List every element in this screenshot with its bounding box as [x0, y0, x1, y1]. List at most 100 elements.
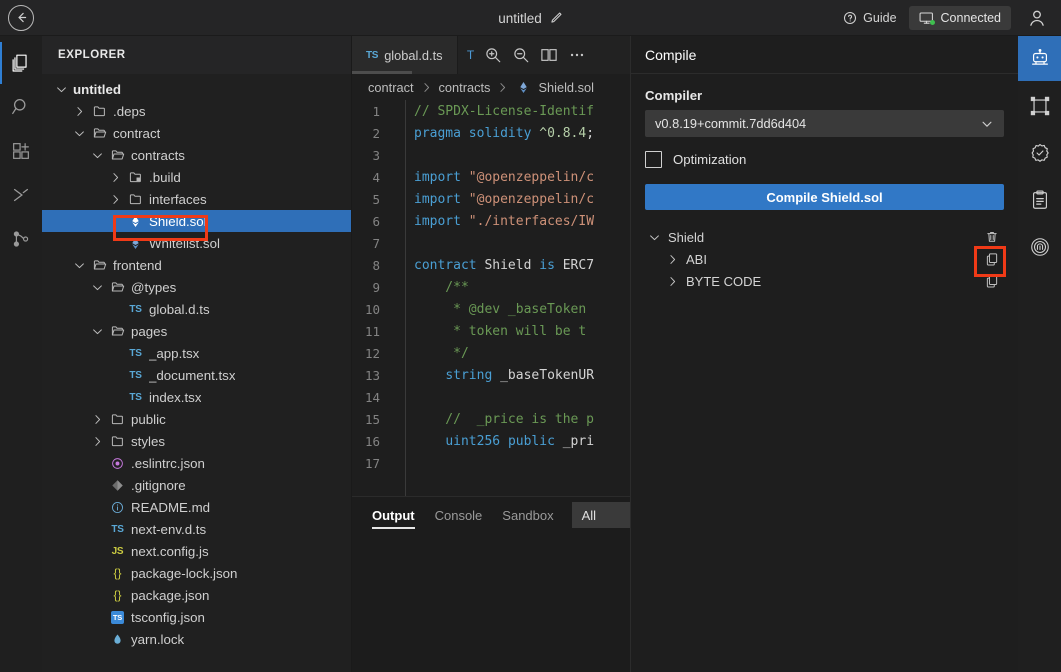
- tab-scrollbar[interactable]: [352, 71, 412, 74]
- file-tree-item[interactable]: TS next-env.d.ts: [42, 518, 351, 540]
- sidebar-item-source-control[interactable]: [0, 218, 42, 260]
- scissors-icon: [10, 184, 32, 206]
- compile-result-row[interactable]: BYTE CODE: [645, 270, 1004, 292]
- file-tree-item[interactable]: yarn.lock: [42, 628, 351, 650]
- font-size-indicator[interactable]: T: [464, 48, 478, 62]
- sidebar-item-plugins[interactable]: [0, 174, 42, 216]
- code-line-text[interactable]: // _price is the p: [396, 412, 594, 427]
- zoom-out-button[interactable]: [508, 36, 534, 74]
- panel-tab-sandbox[interactable]: Sandbox: [492, 497, 563, 533]
- file-tree-item[interactable]: {} package-lock.json: [42, 562, 351, 584]
- sidebar-item-deploy-run[interactable]: [1018, 177, 1061, 222]
- optimization-checkbox-row[interactable]: Optimization: [645, 151, 1004, 168]
- chevron-down-icon[interactable]: [90, 325, 104, 338]
- sidebar-item-debugger[interactable]: [1018, 224, 1061, 269]
- code-line-text[interactable]: import "@openzeppelin/c: [396, 170, 594, 185]
- breadcrumb-item[interactable]: Shield.sol: [515, 80, 594, 95]
- file-tree-item[interactable]: interfaces: [42, 188, 351, 210]
- file-tree-item[interactable]: .gitignore: [42, 474, 351, 496]
- chevron-down-icon[interactable]: [647, 231, 661, 244]
- chevron-right-icon[interactable]: [665, 253, 679, 266]
- chevron-down-icon[interactable]: [72, 127, 86, 140]
- chevron-down-icon[interactable]: [90, 149, 104, 162]
- sidebar-item-solidity-compiler[interactable]: [1018, 83, 1061, 128]
- file-tree-item[interactable]: public: [42, 408, 351, 430]
- compile-result-row[interactable]: ABI: [645, 248, 1004, 270]
- file-tree-item[interactable]: untitled: [42, 78, 351, 100]
- file-tree-item[interactable]: TS _document.tsx: [42, 364, 351, 386]
- file-tree-item[interactable]: TS _app.tsx: [42, 342, 351, 364]
- copy-icon[interactable]: [982, 271, 1002, 291]
- chevron-right-icon[interactable]: [665, 275, 679, 288]
- file-tree-item[interactable]: styles: [42, 430, 351, 452]
- sidebar-item-search[interactable]: [0, 86, 42, 128]
- breadcrumb-item[interactable]: contracts: [439, 80, 491, 95]
- copy-icon[interactable]: [982, 249, 1002, 269]
- chevron-right-icon[interactable]: [72, 105, 86, 118]
- file-tree-item[interactable]: TS global.d.ts: [42, 298, 351, 320]
- more-actions-button[interactable]: [564, 36, 590, 74]
- chevron-right-icon[interactable]: [108, 171, 122, 184]
- file-tree-item[interactable]: frontend: [42, 254, 351, 276]
- chevron-right-icon[interactable]: [90, 435, 104, 448]
- file-tree-item[interactable]: @types: [42, 276, 351, 298]
- sidebar-item-ai-assistant[interactable]: [1018, 36, 1061, 81]
- panel-tab-bar[interactable]: Output Console Sandbox All: [352, 497, 668, 533]
- code-line-text[interactable]: * @dev _baseToken: [396, 302, 586, 317]
- sidebar-item-contract-verification[interactable]: [1018, 130, 1061, 175]
- code-line-text[interactable]: import "./interfaces/IW: [396, 214, 594, 229]
- panel-tab-output[interactable]: Output: [362, 497, 425, 533]
- account-button[interactable]: [1017, 0, 1057, 36]
- back-button[interactable]: [8, 4, 34, 31]
- code-line-text[interactable]: contract Shield is ERC7: [396, 258, 594, 273]
- file-tree-item[interactable]: {} package.json: [42, 584, 351, 606]
- sidebar-item-plugin-manager[interactable]: [0, 130, 42, 172]
- file-tree-item[interactable]: Whitelist.sol: [42, 232, 351, 254]
- editor-tab-global-d-ts[interactable]: TS global.d.ts: [352, 36, 458, 74]
- delete-icon[interactable]: [982, 227, 1002, 247]
- code-token: ;: [586, 125, 595, 141]
- file-tree-item-label: package-lock.json: [131, 565, 238, 581]
- sidebar-item-explorer[interactable]: [0, 42, 42, 84]
- guide-button[interactable]: Guide: [837, 7, 902, 29]
- chevron-down-icon[interactable]: [72, 259, 86, 272]
- file-tree-item[interactable]: .eslintrc.json: [42, 452, 351, 474]
- file-tree-item[interactable]: contracts: [42, 144, 351, 166]
- file-tree[interactable]: untitled .deps contract contracts .build inte…: [42, 74, 351, 672]
- file-tree-item[interactable]: .build: [42, 166, 351, 188]
- code-line-text[interactable]: pragma solidity ^0.8.4;: [396, 126, 594, 141]
- code-line-text[interactable]: string _baseTokenUR: [396, 368, 594, 383]
- split-editor-button[interactable]: [536, 36, 562, 74]
- compile-button[interactable]: Compile Shield.sol: [645, 184, 1004, 210]
- chevron-down-icon[interactable]: [90, 281, 104, 294]
- file-tree-item[interactable]: TS index.tsx: [42, 386, 351, 408]
- code-line-text[interactable]: * token will be t: [396, 324, 586, 339]
- compile-result-row[interactable]: Shield: [645, 226, 1004, 248]
- code-editor[interactable]: 1 // SPDX-License-Identif 2 pragma solidity…: [352, 100, 630, 496]
- connection-status-button[interactable]: Connected: [908, 5, 1011, 30]
- file-tree-item[interactable]: contract: [42, 122, 351, 144]
- compiler-version-select[interactable]: v0.8.19+commit.7dd6d404: [645, 110, 1004, 137]
- zoom-in-button[interactable]: [480, 36, 506, 74]
- file-tree-item[interactable]: JS next.config.js: [42, 540, 351, 562]
- chevron-right-icon[interactable]: [90, 413, 104, 426]
- file-tree-item[interactable]: README.md: [42, 496, 351, 518]
- code-line-text[interactable]: import "@openzeppelin/c: [396, 192, 594, 207]
- optimization-checkbox[interactable]: [645, 151, 662, 168]
- panel-tab-console[interactable]: Console: [425, 497, 493, 533]
- pencil-icon[interactable]: [549, 11, 563, 25]
- code-line-text[interactable]: uint256 public _pri: [396, 434, 594, 449]
- chevron-right-icon[interactable]: [108, 193, 122, 206]
- chevron-down-icon[interactable]: [54, 83, 68, 96]
- file-tree-item-label: public: [131, 411, 166, 427]
- breadcrumb-item[interactable]: contract: [368, 80, 414, 95]
- file-tree-item[interactable]: TS tsconfig.json: [42, 606, 351, 628]
- code-line-text[interactable]: /**: [396, 280, 469, 295]
- code-line-text[interactable]: */: [396, 346, 469, 361]
- file-tree-item[interactable]: .deps: [42, 100, 351, 122]
- file-tree-item[interactable]: pages: [42, 320, 351, 342]
- code-line-text[interactable]: // SPDX-License-Identif: [396, 104, 594, 119]
- file-tree-item-label: package.json: [131, 587, 210, 603]
- breadcrumb[interactable]: contract contracts Shield.sol: [352, 74, 630, 100]
- file-tree-item[interactable]: Shield.sol: [42, 210, 351, 232]
